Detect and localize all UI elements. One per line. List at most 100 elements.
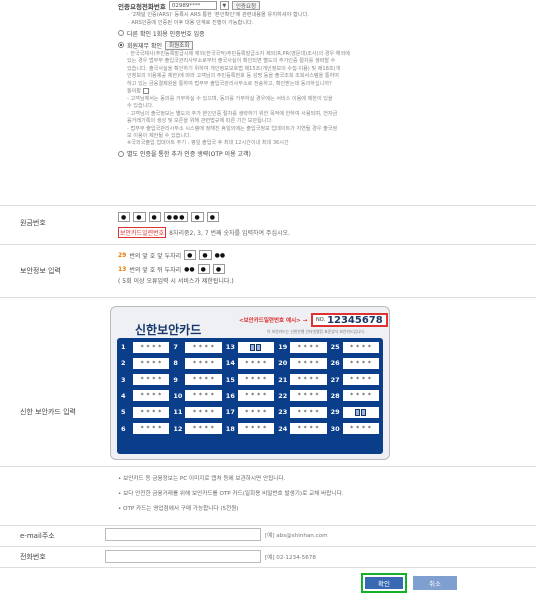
consent-agree-label: 동의함 bbox=[127, 88, 142, 95]
card-cell-number: 19 bbox=[278, 343, 288, 352]
card-cell-number: 26 bbox=[330, 359, 340, 368]
security-input-box[interactable]: ● bbox=[212, 264, 226, 274]
card-cell-number: 20 bbox=[278, 359, 288, 368]
card-cell: 10 * * * * bbox=[173, 389, 222, 403]
cancel-button[interactable]: 취소 bbox=[413, 576, 457, 590]
security-row1-text: 번의 앞 호 앞 두자리 bbox=[129, 252, 182, 260]
card-cell-value: * * * * bbox=[133, 357, 170, 369]
option-otp-label: 별도 인증을 통한 추가 인증 생략(OTP 이용 고객) bbox=[127, 151, 251, 159]
security-section: 29 번의 앞 호 앞 두자리 ● ● ●● 13 번의 앞 호 뒤 두자리 ●… bbox=[118, 248, 234, 285]
security-card-image: 신한보안카드 <보안카드일련번호 예시> → 이 보안카드는 신한은행 인터넷뱅… bbox=[110, 306, 390, 460]
option-other-phone[interactable]: 다른 확인 1회용 인증번호 입증 회원조회 bbox=[118, 27, 458, 39]
phone-label: 전화번호 bbox=[20, 553, 46, 561]
card-cell-number: 10 bbox=[173, 391, 183, 400]
option-otp-radio[interactable] bbox=[118, 150, 124, 157]
card-cell-number: 9 bbox=[173, 375, 178, 384]
security-row2-text: 번의 앞 호 뒤 두자리 bbox=[129, 266, 182, 274]
card-cell: 24 * * * * bbox=[278, 421, 327, 435]
card-cell: 15 * * * * bbox=[225, 373, 275, 387]
card-sample-desc: 이 보안카드는 신한은행 인터넷뱅킹 표준양식 보안카드입니다. bbox=[267, 329, 366, 334]
card-cell-value bbox=[342, 406, 379, 418]
card-cell-value: * * * * bbox=[185, 357, 222, 369]
card-cell-number: 18 bbox=[225, 424, 235, 433]
option-other-phone-radio[interactable] bbox=[118, 30, 124, 36]
card-cell: 29 bbox=[331, 405, 379, 419]
masked-box: ●●● bbox=[163, 212, 189, 222]
consent-line: 하고 있는 금융결제원을 통하여 법무부 출입국관리사무소로 전송하고, 확인받… bbox=[127, 80, 332, 87]
card-cell: 30 * * * * bbox=[331, 421, 379, 435]
card-cell: 20 * * * * bbox=[278, 356, 327, 370]
card-cell-value: * * * * bbox=[290, 406, 327, 418]
card-cell: 8 * * * * bbox=[173, 356, 222, 370]
notice-item: • 보안카드 등 금융정보는 PC 이미지로 캡처 등에 보관하시면 안됩니다. bbox=[118, 476, 286, 482]
card-cell-value: * * * * bbox=[133, 406, 170, 418]
divider bbox=[0, 525, 536, 526]
card-cell-value: * * * * bbox=[342, 423, 379, 435]
account-hint: 보안카드일련번호 8자리중2, 3, 7 번째 숫자를 입력하여 주십시오. bbox=[118, 227, 290, 238]
card-cell-value: * * * * bbox=[185, 390, 222, 402]
email-input[interactable] bbox=[105, 528, 261, 541]
option-member-radio[interactable] bbox=[118, 42, 124, 48]
marked-digit bbox=[256, 343, 262, 351]
consent-agree-checkbox[interactable] bbox=[142, 88, 149, 95]
email-row: [예] abs@shinhan.com bbox=[105, 528, 328, 541]
member-lookup-button[interactable]: 회원조회 bbox=[165, 40, 194, 50]
option-member-label: 회원재무 확인 bbox=[127, 42, 163, 50]
card-cell-value: * * * * bbox=[290, 374, 327, 386]
card-cell-value: * * * * bbox=[185, 406, 222, 418]
card-cell: 5 * * * * bbox=[121, 405, 170, 419]
card-cell-value: * * * * bbox=[133, 374, 170, 386]
card-cell-number: 15 bbox=[225, 375, 235, 384]
card-cell-number: 23 bbox=[278, 408, 288, 417]
masked-box: ● bbox=[133, 212, 146, 222]
divider bbox=[0, 244, 536, 245]
masked-box: ● bbox=[206, 212, 219, 222]
auth-note-1: · '2채널 인증(ARS)' 등록시 ARS 통한 '본인확인'에 관련내용을… bbox=[128, 12, 309, 18]
chevron-down-icon[interactable]: ▼ bbox=[219, 1, 229, 10]
card-cell: 17 * * * * bbox=[225, 405, 275, 419]
phone-row: [예] 02-1234-5678 bbox=[105, 550, 316, 563]
option-otp[interactable]: 별도 인증을 통한 추가 인증 생략(OTP 이용 고객) bbox=[118, 148, 458, 160]
security-input-box[interactable]: ● bbox=[197, 264, 210, 274]
card-cell: 21 * * * * bbox=[278, 373, 327, 387]
card-cell-value: * * * * bbox=[290, 390, 327, 402]
card-cell-number: 11 bbox=[173, 408, 183, 417]
card-cell-number: 3 bbox=[121, 375, 126, 384]
card-cell: 3 * * * * bbox=[121, 373, 170, 387]
card-cell: 9 * * * * bbox=[173, 373, 222, 387]
account-label: 원금번호 bbox=[20, 219, 46, 227]
consent-line: 융거래기록의 생성 및 보존을 위해 관련법규에 따른 기간 보관됩니다. bbox=[127, 118, 273, 125]
card-cell: 1 * * * * bbox=[121, 340, 170, 354]
auth-phone-select[interactable]: 02989**** bbox=[168, 1, 217, 10]
card-cell-number: 14 bbox=[225, 359, 235, 368]
confirm-button[interactable]: 확인 bbox=[361, 573, 407, 593]
card-cell: 19 * * * * bbox=[278, 340, 327, 354]
card-cell-value: * * * * bbox=[237, 423, 275, 435]
auth-phone-label: 인증요청전화번호 bbox=[118, 2, 166, 11]
masked-box: ● bbox=[148, 212, 161, 222]
card-grid: 1 * * * * 7 * * * * 13 19 * * * * 25 * * * * 2 * *… bbox=[117, 338, 383, 454]
option-member[interactable]: 회원재무 확인 회원조회 bbox=[118, 39, 458, 51]
auth-section: 인증요청전화번호 02989**** ▼ 인증요청 · '2채널 인증(ARS)… bbox=[118, 0, 458, 160]
card-cell-value: * * * * bbox=[342, 357, 379, 369]
card-cell-number: 25 bbox=[330, 343, 340, 352]
option-other-phone-label: 다른 확인 1회용 인증번호 입증 bbox=[127, 30, 205, 38]
card-cell: 26 * * * * bbox=[331, 356, 379, 370]
card-cell-value: * * * * bbox=[237, 374, 275, 386]
phone-input[interactable] bbox=[105, 550, 261, 563]
card-cell-number: 24 bbox=[278, 424, 288, 433]
masked-box: ● bbox=[118, 212, 131, 222]
card-cell-value: * * * * bbox=[342, 341, 379, 353]
security-input-box[interactable]: ● bbox=[184, 250, 197, 260]
card-cell-number: 13 bbox=[225, 343, 235, 352]
card-cell-value: * * * * bbox=[290, 423, 327, 435]
card-cell-number: 28 bbox=[330, 391, 340, 400]
masked-box: ● bbox=[191, 212, 204, 222]
security-input-box[interactable]: ● bbox=[199, 250, 212, 260]
auth-request-button[interactable]: 인증요청 bbox=[231, 1, 261, 10]
divider bbox=[0, 205, 536, 206]
email-hint: [예] abs@shinhan.com bbox=[265, 532, 328, 539]
confirm-button-label: 확인 bbox=[365, 577, 403, 589]
marked-digit bbox=[250, 343, 256, 351]
card-cell-number: 17 bbox=[225, 408, 235, 417]
